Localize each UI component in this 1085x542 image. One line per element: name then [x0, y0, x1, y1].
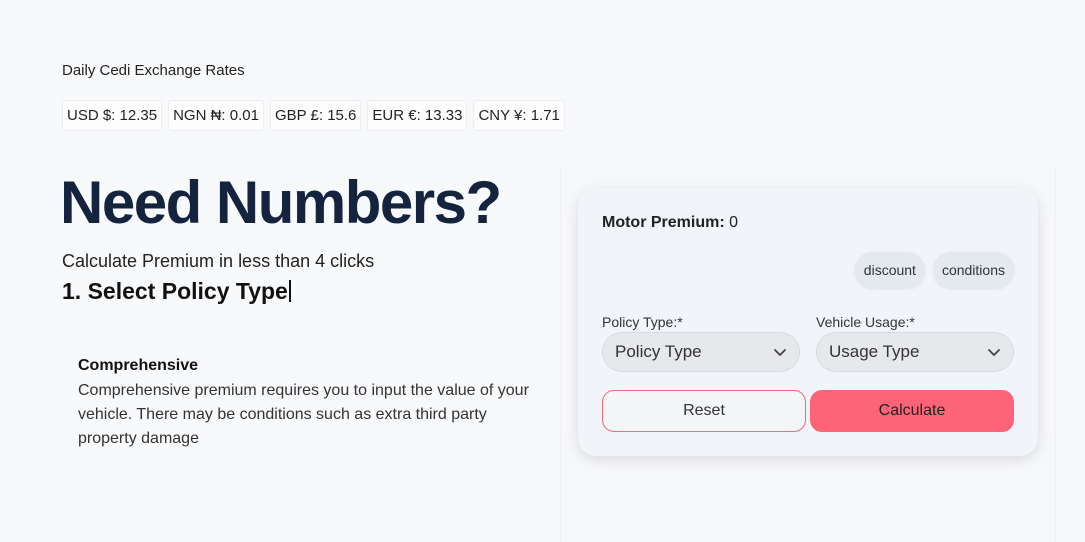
- vehicle-usage-select[interactable]: Usage Type: [816, 332, 1014, 372]
- discount-chip[interactable]: discount: [854, 252, 925, 288]
- policy-type-field: Policy Type:* Policy Type: [602, 314, 800, 372]
- policy-info-text: Comprehensive premium requires you to in…: [78, 382, 529, 447]
- chevron-down-icon: [774, 349, 786, 356]
- exchange-rates-title: Daily Cedi Exchange Rates: [62, 62, 245, 79]
- rate-cny: CNY ¥: 1.71: [473, 100, 565, 131]
- premium-calculator-card: Motor Premium: 0 discount conditions Pol…: [578, 188, 1038, 456]
- conditions-chip[interactable]: conditions: [932, 252, 1014, 288]
- rate-usd: USD $: 12.35: [62, 100, 163, 131]
- typing-cursor: [288, 280, 291, 302]
- calculate-button[interactable]: Calculate: [810, 390, 1014, 432]
- policy-type-label: Policy Type:*: [602, 314, 683, 330]
- reset-button[interactable]: Reset: [602, 390, 806, 432]
- chevron-down-icon: [988, 349, 1000, 356]
- rate-eur: EUR €: 13.33: [367, 100, 468, 131]
- motor-premium-value: 0: [729, 214, 739, 231]
- page-headline: Need Numbers?: [60, 169, 502, 236]
- policy-info-title: Comprehensive: [78, 357, 199, 374]
- rate-gbp: GBP £: 15.6: [269, 100, 362, 131]
- exchange-rates-list: USD $: 12.35 NGN ₦: 0.01 GBP £: 15.6 EUR…: [62, 100, 565, 131]
- motor-premium: Motor Premium: 0: [602, 214, 738, 232]
- step-text: 1. Select Policy Type: [62, 278, 288, 304]
- option-chips: discount conditions: [854, 252, 1014, 288]
- policy-type-select[interactable]: Policy Type: [602, 332, 800, 372]
- policy-info: Comprehensive Comprehensive premium requ…: [78, 357, 548, 451]
- vehicle-usage-value: Usage Type: [829, 342, 920, 361]
- motor-premium-label: Motor Premium:: [602, 214, 725, 231]
- policy-type-value: Policy Type: [615, 342, 702, 361]
- vehicle-usage-label: Vehicle Usage:*: [816, 314, 915, 330]
- rate-ngn: NGN ₦: 0.01: [168, 100, 264, 131]
- vehicle-usage-field: Vehicle Usage:* Usage Type: [816, 314, 1014, 372]
- page-subheading: Calculate Premium in less than 4 clicks: [62, 251, 375, 271]
- step-instruction: 1. Select Policy Type: [62, 278, 291, 305]
